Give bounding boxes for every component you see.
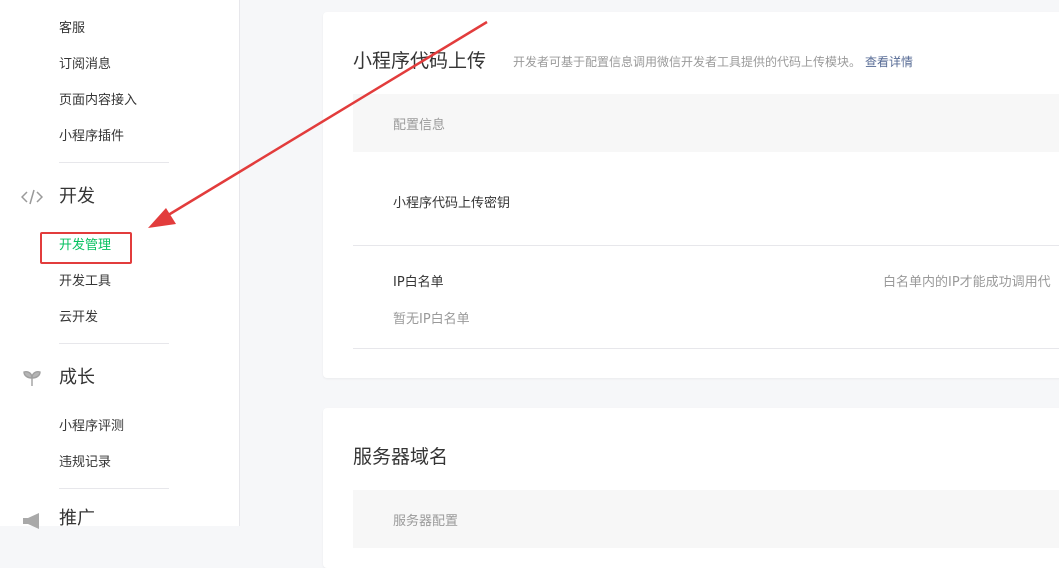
row-divider xyxy=(353,245,1059,246)
sidebar-item-kefu[interactable]: 客服 xyxy=(59,20,85,38)
server-domain-card: 服务器域名 服务器配置 xyxy=(323,408,1059,568)
row-label-ip-whitelist: IP白名单 xyxy=(393,275,444,290)
group-title-dev: 开发 xyxy=(59,186,95,207)
view-details-link[interactable]: 查看详情 xyxy=(865,55,913,69)
table-head-label: 配置信息 xyxy=(393,118,446,133)
code-icon xyxy=(20,186,44,208)
annotation-highlight-box xyxy=(40,232,132,264)
card-title-server-domain: 服务器域名 xyxy=(353,446,449,468)
card-description-text: 开发者可基于配置信息调用微信开发者工具提供的代码上传模块。 xyxy=(513,55,862,69)
sidebar-item-dev-tools[interactable]: 开发工具 xyxy=(59,273,111,291)
table-head-server-config: 服务器配置 xyxy=(353,490,1059,548)
sidebar-divider xyxy=(59,488,169,489)
sidebar-item-subscribe-message[interactable]: 订阅消息 xyxy=(59,56,111,74)
table-head-config: 配置信息 xyxy=(353,94,1059,152)
sidebar-item-plugin[interactable]: 小程序插件 xyxy=(59,128,124,146)
sidebar-divider xyxy=(59,162,169,163)
ip-whitelist-note: 白名单内的IP才能成功调用代 xyxy=(883,275,1051,290)
table-head-label: 服务器配置 xyxy=(393,514,459,529)
code-upload-card: 小程序代码上传 开发者可基于配置信息调用微信开发者工具提供的代码上传模块。 查看详… xyxy=(323,12,1059,378)
sidebar-item-cloud-dev[interactable]: 云开发 xyxy=(59,309,98,327)
group-title-growth: 成长 xyxy=(59,367,95,388)
sidebar-divider xyxy=(59,343,169,344)
sidebar-item-violations[interactable]: 违规记录 xyxy=(59,454,111,472)
row-divider xyxy=(353,348,1059,349)
card-description: 开发者可基于配置信息调用微信开发者工具提供的代码上传模块。 查看详情 xyxy=(513,53,913,70)
sidebar-item-evaluation[interactable]: 小程序评测 xyxy=(59,418,124,436)
sidebar: 客服 订阅消息 页面内容接入 小程序插件 开发 开发管理 开发工具 云开发 成长… xyxy=(0,0,240,529)
row-label-upload-secret: 小程序代码上传密钥 xyxy=(393,196,511,211)
sprout-icon xyxy=(20,367,44,389)
group-title-promo: 推广 xyxy=(59,508,95,529)
ip-whitelist-empty: 暂无IP白名单 xyxy=(393,312,470,327)
card-title-code-upload: 小程序代码上传 xyxy=(353,50,487,72)
megaphone-icon xyxy=(20,510,44,532)
sidebar-item-page-content[interactable]: 页面内容接入 xyxy=(59,92,137,110)
